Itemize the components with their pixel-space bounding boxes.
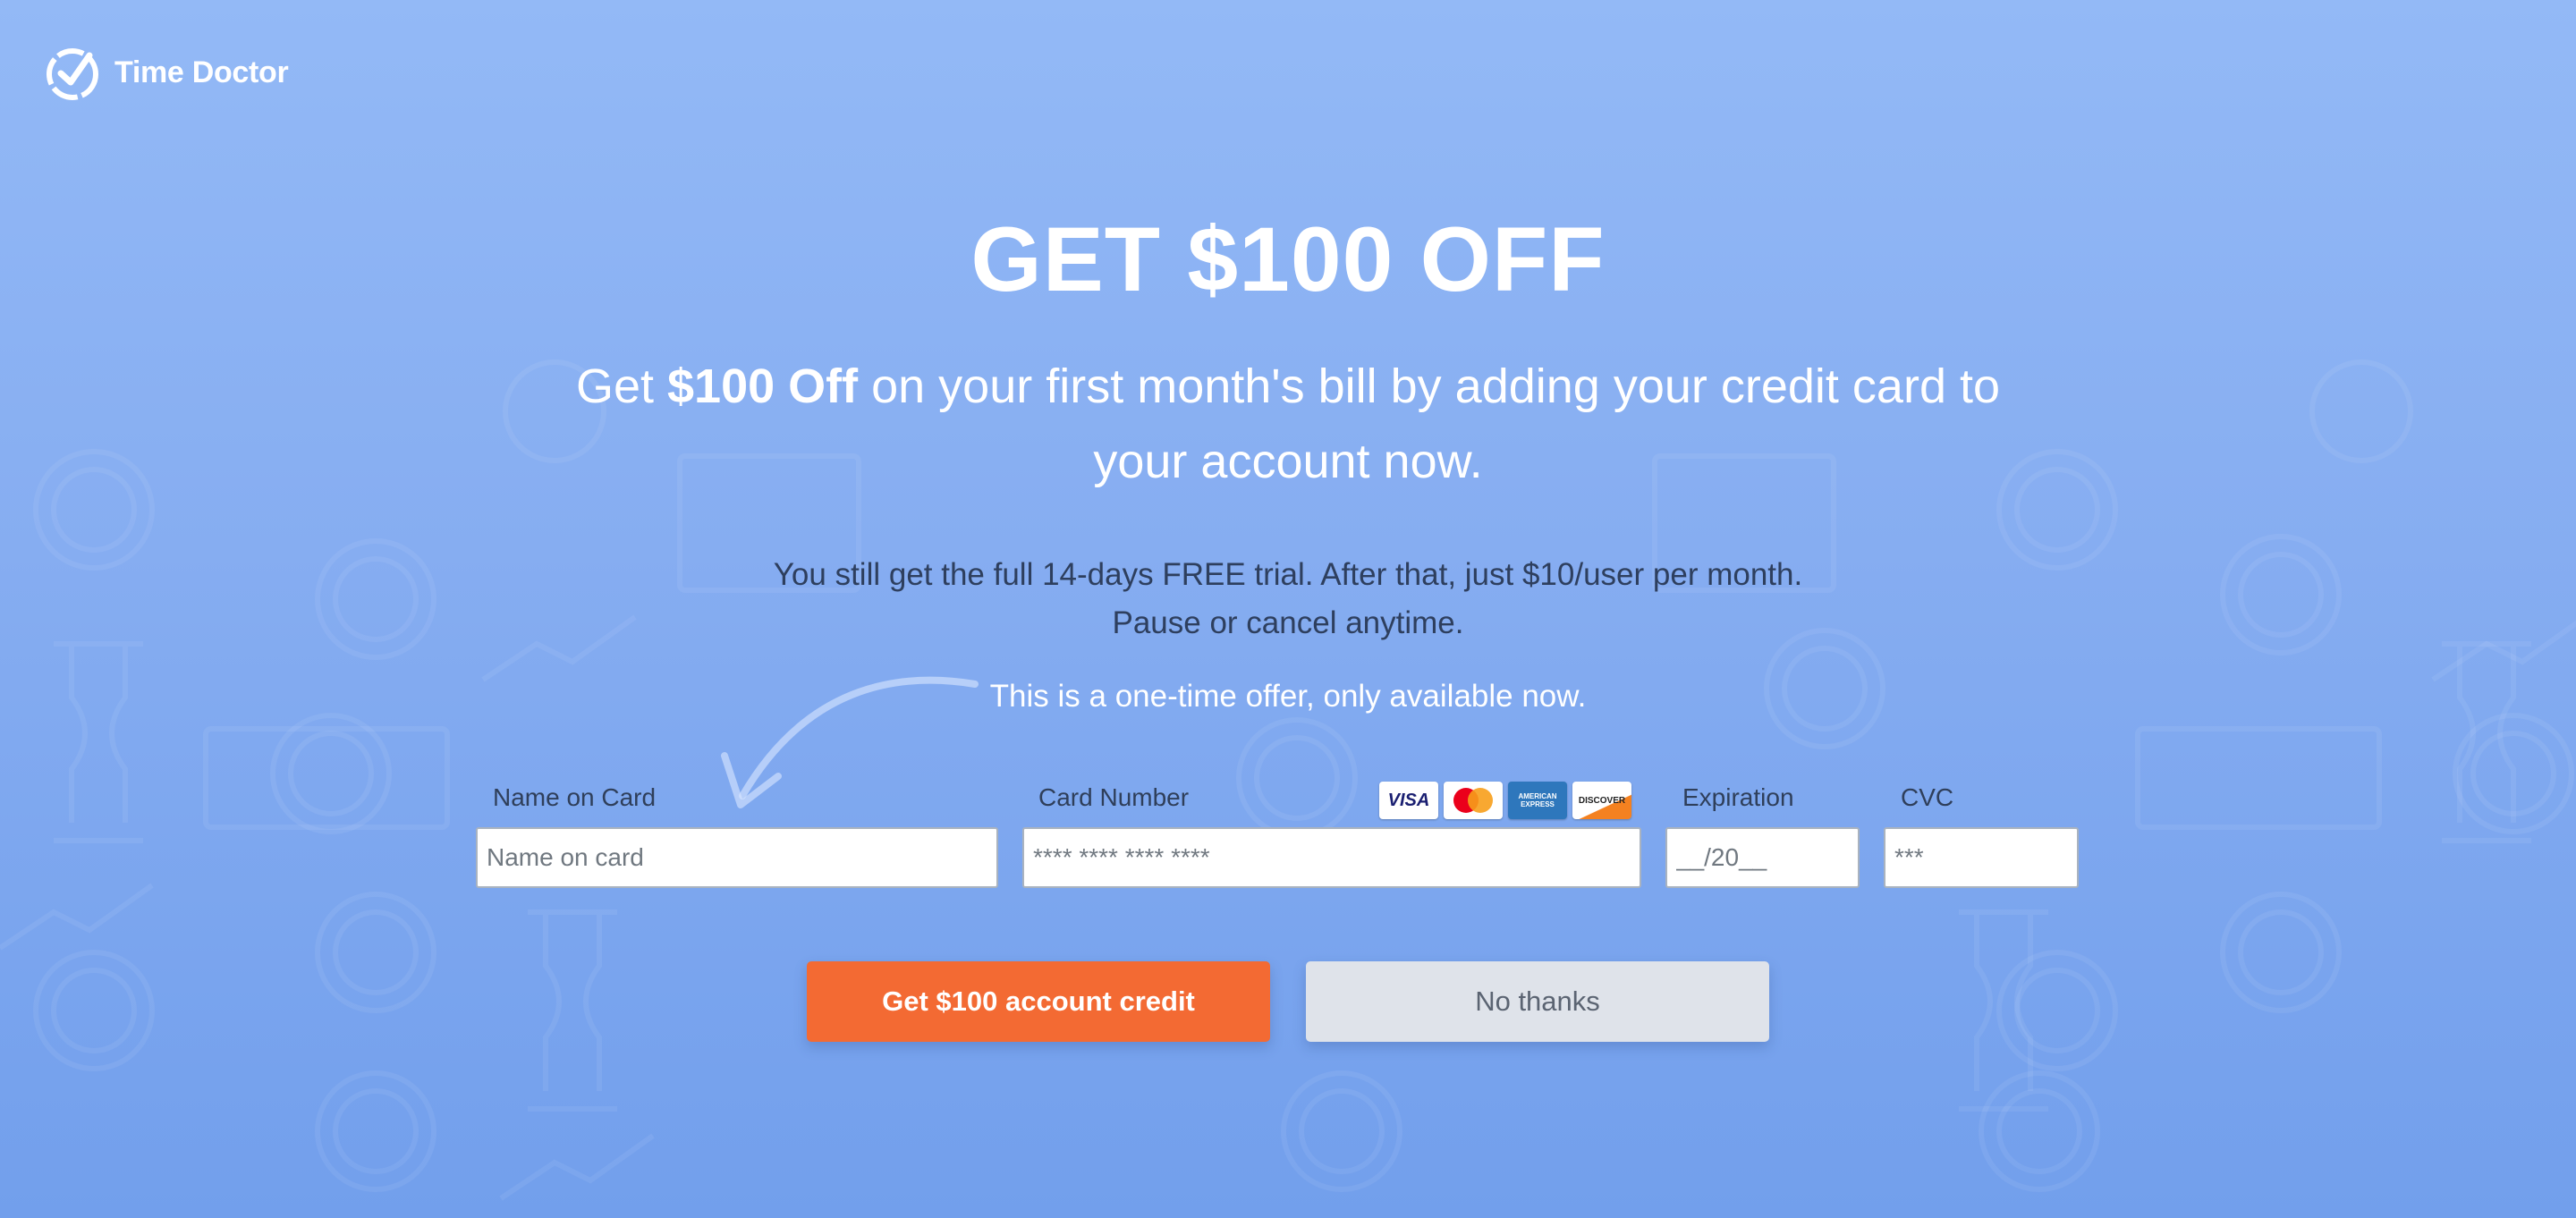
trial-info-line2: Pause or cancel anytime. [1112, 605, 1464, 640]
discover-logo: DISCOVER [1572, 782, 1631, 819]
amex-logo: AMERICAN EXPRESS [1508, 782, 1567, 819]
name-on-card-label: Name on Card [493, 783, 657, 811]
card-number-input[interactable] [1022, 827, 1641, 888]
name-on-card-input[interactable] [476, 827, 998, 888]
cvc-input[interactable] [1884, 827, 2079, 888]
trial-info: You still get the full 14-days FREE tria… [0, 551, 2576, 647]
visa-logo: VISA [1379, 782, 1438, 819]
card-number-label: Card Number [1038, 783, 1190, 811]
offer-description-prefix: Get [575, 359, 667, 413]
mastercard-logo [1444, 782, 1503, 819]
get-credit-button[interactable]: Get $100 account credit [807, 961, 1270, 1042]
card-brands: VISA AMERICAN EXPRESS DISCOVER [1379, 782, 1631, 819]
clock-check-icon [47, 48, 98, 100]
no-thanks-button[interactable]: No thanks [1306, 961, 1769, 1042]
expiration-label: Expiration [1682, 783, 1794, 811]
cvc-label: CVC [1901, 783, 1954, 811]
one-time-offer-note: This is a one-time offer, only available… [989, 679, 1587, 714]
page-title: GET $100 OFF [970, 208, 1606, 310]
offer-description-suffix: on your first month's bill by adding you… [858, 359, 2001, 488]
brand-name: Time Doctor [114, 55, 289, 89]
offer-highlight: $100 Off [667, 359, 859, 413]
brand-logo[interactable]: Time Doctor [43, 43, 289, 102]
trial-info-line1: You still get the full 14-days FREE tria… [773, 557, 1803, 592]
expiration-input[interactable] [1665, 827, 1860, 888]
offer-description: Get $100 Off on your first month's bill … [555, 349, 2021, 499]
